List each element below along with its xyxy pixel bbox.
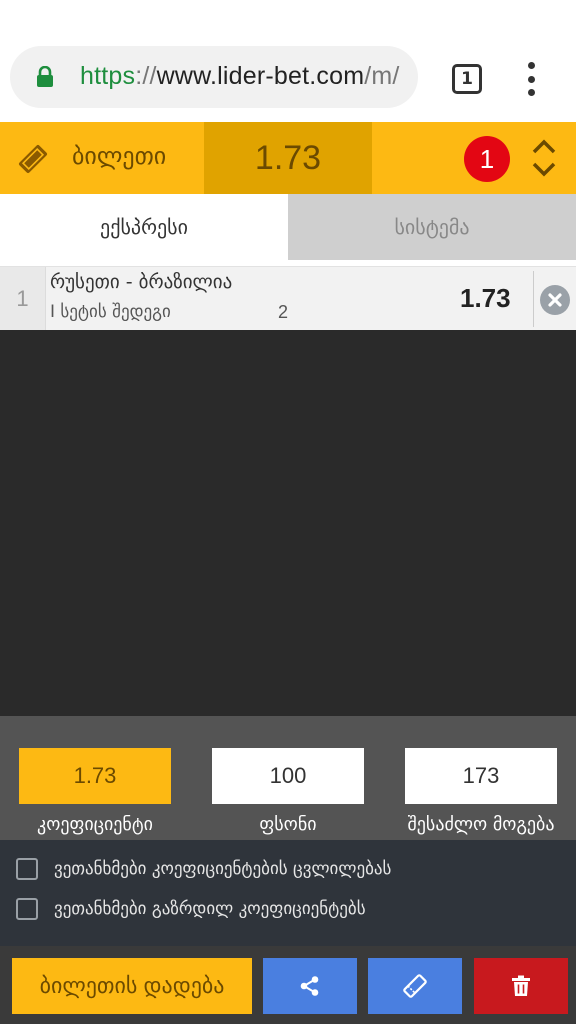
total-odds: 1.73 — [204, 122, 372, 194]
stake-input[interactable]: 100 — [212, 748, 364, 804]
bet-selection-row: 1 რუსეთი - ბრაზილია I სეტის შედეგი 2 1.7… — [0, 266, 576, 331]
url-path: /m/ — [364, 62, 400, 90]
selections-empty-area — [0, 330, 576, 716]
status-bar — [0, 0, 576, 40]
win-column: 173 შესაძლო მოგება — [405, 748, 557, 835]
ticket-action-button[interactable] — [368, 958, 462, 1014]
action-bar: ბილეთის დადება — [0, 946, 576, 1024]
bet-pick: 2 — [278, 302, 289, 322]
ticket-icon — [18, 144, 48, 174]
url-separator: :// — [135, 62, 157, 90]
kebab-menu-icon[interactable] — [518, 62, 544, 96]
summary-odds-value: 1.73 — [19, 748, 171, 804]
increased-odds-label: ვეთანხმები გაზრდილ კოეფიციენტებს — [54, 899, 366, 919]
browser-toolbar: https://www.lider-bet.com/m/ 1 — [0, 40, 576, 120]
stake-column: 100 ფსონი — [212, 748, 364, 835]
tab-express[interactable]: ექსპრესი — [0, 194, 288, 260]
share-icon — [300, 976, 319, 996]
url-text: https://www.lider-bet.com/m/ — [80, 62, 400, 91]
ticket-icon — [403, 974, 427, 998]
bet-odds: 1.73 — [460, 283, 511, 313]
chevron-updown-icon[interactable] — [530, 136, 558, 180]
tab-switcher-button[interactable]: 1 — [452, 64, 482, 94]
increased-odds-checkbox[interactable] — [16, 898, 38, 920]
tab-system[interactable]: სისტემა — [288, 194, 576, 260]
possible-win-label: შესაძლო მოგება — [407, 814, 555, 835]
selection-count-badge: 1 — [464, 136, 510, 182]
url-protocol: https — [80, 62, 136, 90]
stake-label: ფსონი — [259, 814, 317, 835]
close-icon — [548, 293, 562, 307]
odds-change-label: ვეთანხმები კოეფიციენტების ცვლილებას — [54, 859, 392, 879]
share-button[interactable] — [263, 958, 357, 1014]
possible-win-value: 173 — [405, 748, 557, 804]
lock-icon — [37, 66, 53, 87]
summary-odds-label: კოეფიციენტი — [37, 814, 153, 835]
url-host: www.lider-bet.com — [156, 62, 365, 90]
odds-column: 1.73 კოეფიციენტი — [19, 748, 171, 835]
delete-ticket-button[interactable] — [474, 958, 568, 1014]
odds-change-checkbox[interactable] — [16, 858, 38, 880]
remove-selection-button[interactable] — [540, 285, 570, 315]
agree-odds-change[interactable]: ვეთანხმები კოეფიციენტების ცვლილებას — [16, 858, 391, 880]
bet-summary: 1.73 კოეფიციენტი 100 ფსონი 173 შესაძლო მ… — [0, 716, 576, 840]
bet-match-name: რუსეთი - ბრაზილია — [50, 271, 233, 293]
ticket-header[interactable]: ბილეთი 1.73 1 — [0, 122, 576, 194]
agreements: ვეთანხმები კოეფიციენტების ცვლილებას ვეთა… — [0, 840, 576, 946]
trash-icon — [512, 975, 530, 996]
address-bar[interactable]: https://www.lider-bet.com/m/ — [10, 46, 418, 108]
bet-index: 1 — [0, 267, 46, 331]
agree-increased-odds[interactable]: ვეთანხმები გაზრდილ კოეფიციენტებს — [16, 898, 366, 920]
ticket-title: ბილეთი — [72, 142, 167, 170]
bet-type-tabs: ექსპრესი სისტემა — [0, 194, 576, 260]
divider — [533, 271, 534, 327]
place-bet-button[interactable]: ბილეთის დადება — [12, 958, 252, 1014]
bet-market: I სეტის შედეგი — [50, 302, 171, 322]
